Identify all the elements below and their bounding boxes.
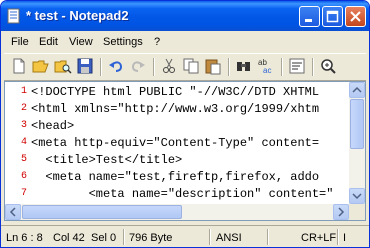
window-title: * test - Notepad2: [26, 8, 129, 23]
maximize-button[interactable]: [322, 6, 343, 27]
status-line-position: Ln 6 : 8: [6, 232, 43, 244]
wordwrap-icon[interactable]: [288, 57, 306, 75]
vertical-scrollbar[interactable]: [349, 82, 365, 204]
text-editor[interactable]: 1 <!DOCTYPE html PUBLIC "-//W3C//DTD XHTM…: [4, 81, 366, 221]
minimize-icon: [305, 19, 312, 22]
status-bar: Ln 6 : 8 Col 42 Sel 0 796 Byte ANSI CR+L…: [1, 225, 369, 247]
code-line[interactable]: <meta name="test,fireftp,firefox, addo: [31, 168, 319, 186]
undo-icon[interactable]: [107, 57, 125, 75]
scroll-up-icon: [352, 86, 362, 93]
toolbar: ab ac: [4, 53, 366, 81]
save-icon[interactable]: [76, 57, 94, 75]
close-button[interactable]: [345, 6, 366, 27]
close-icon: [350, 11, 361, 22]
maximize-icon: [326, 10, 339, 23]
notepad-app-icon: [7, 8, 20, 24]
horizontal-scrollbar[interactable]: [5, 204, 349, 220]
toolbar-separator: [281, 58, 283, 76]
status-column: Col 42: [53, 232, 85, 244]
code-line[interactable]: <meta http-equiv="Content-Type" content=: [31, 134, 319, 152]
status-line-endings: CR+LF: [301, 232, 337, 244]
zoom-in-icon[interactable]: [319, 57, 337, 75]
code-line[interactable]: <!DOCTYPE html PUBLIC "-//W3C//DTD XHTML: [31, 83, 319, 101]
scroll-down-button[interactable]: [349, 188, 365, 204]
open-folder-icon[interactable]: [32, 57, 50, 75]
code-line[interactable]: <head>: [31, 117, 74, 135]
line-number: 3: [20, 120, 27, 131]
minimize-button[interactable]: [299, 6, 320, 27]
scroll-left-icon: [9, 207, 16, 217]
menu-file[interactable]: File: [8, 35, 32, 50]
horizontal-scroll-thumb[interactable]: [22, 205, 182, 219]
toolbar-separator: [312, 58, 314, 76]
status-file-size: 796 Byte: [129, 232, 173, 244]
status-divider: [209, 229, 211, 245]
scroll-right-button[interactable]: [333, 204, 349, 220]
find-icon[interactable]: [235, 57, 253, 75]
notepad2-window: * test - Notepad2 File Edit View Setting…: [0, 0, 370, 248]
status-selection: Sel 0: [91, 232, 117, 244]
status-mode: I: [343, 232, 347, 244]
code-line[interactable]: <title>Test</title>: [31, 151, 182, 169]
scroll-left-button[interactable]: [5, 204, 21, 220]
menu-settings[interactable]: Settings: [100, 35, 146, 50]
vertical-scroll-thumb[interactable]: [350, 99, 364, 149]
status-divider: [337, 229, 339, 245]
toolbar-separator: [153, 58, 155, 76]
line-number: 6: [20, 171, 27, 182]
line-number: 7: [20, 188, 27, 199]
status-divider: [267, 229, 269, 245]
toolbar-separator: [228, 58, 230, 76]
menu-edit[interactable]: Edit: [36, 35, 61, 50]
svg-text:ac: ac: [263, 66, 271, 75]
line-number: 4: [20, 137, 27, 148]
paste-icon[interactable]: [204, 57, 222, 75]
scrollbar-corner: [349, 204, 365, 220]
line-number: 2: [20, 103, 27, 114]
toolbar-separator: [100, 58, 102, 76]
status-divider: [123, 229, 125, 245]
browse-icon[interactable]: [54, 57, 72, 75]
scroll-right-icon: [338, 207, 345, 217]
title-bar[interactable]: * test - Notepad2: [1, 1, 369, 31]
scroll-down-icon: [352, 193, 362, 200]
menu-bar: File Edit View Settings ?: [4, 33, 366, 52]
redo-icon[interactable]: [129, 57, 147, 75]
new-file-icon[interactable]: [10, 57, 28, 75]
replace-icon[interactable]: abac: [257, 57, 275, 75]
code-line[interactable]: <meta name="description" content=": [31, 185, 334, 203]
cut-icon[interactable]: [160, 57, 178, 75]
line-number: 1: [20, 86, 27, 97]
scroll-up-button[interactable]: [349, 82, 365, 98]
line-number: 5: [20, 154, 27, 165]
menu-view[interactable]: View: [66, 35, 96, 50]
menu-help[interactable]: ?: [151, 35, 163, 50]
status-encoding: ANSI: [216, 232, 242, 244]
code-line[interactable]: <html xmlns="http://www.w3.org/1999/xhtm: [31, 100, 319, 118]
copy-icon[interactable]: [182, 57, 200, 75]
